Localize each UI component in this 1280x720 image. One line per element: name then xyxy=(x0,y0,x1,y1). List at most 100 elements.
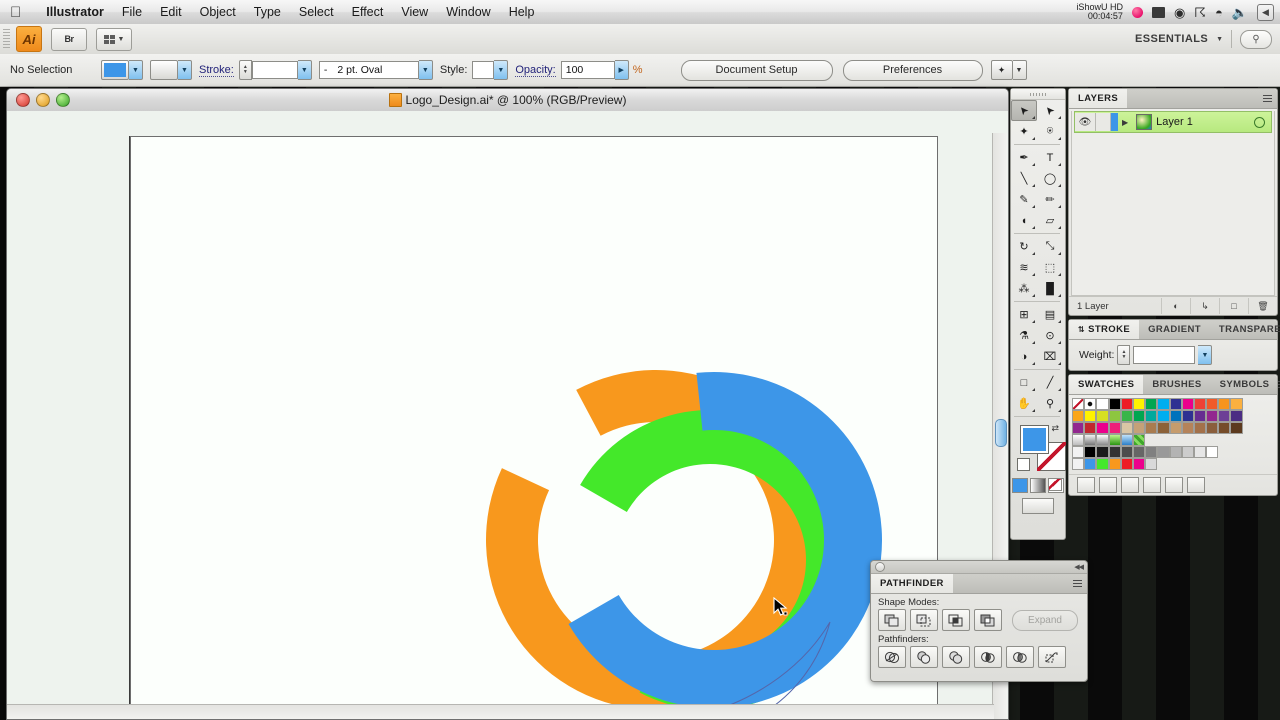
swatch-color[interactable] xyxy=(1230,422,1243,434)
swatch-color[interactable] xyxy=(1169,410,1182,422)
show-swatch-kinds-icon[interactable] xyxy=(1099,477,1117,493)
pencil-tool[interactable]: ✏ xyxy=(1037,189,1063,210)
swatch-color[interactable] xyxy=(1096,398,1109,410)
swatch-color[interactable] xyxy=(1193,446,1207,458)
blend-tool[interactable]: ⊙ xyxy=(1037,325,1063,346)
delete-selection-icon[interactable]: 🗑 xyxy=(1248,298,1277,314)
fill-color-control[interactable]: ▼ xyxy=(101,60,143,80)
swap-fill-stroke-icon[interactable]: ⇄ xyxy=(1051,423,1059,434)
selection-tool[interactable]: ➤ xyxy=(1011,100,1037,121)
layers-panel-menu-icon[interactable] xyxy=(1263,89,1277,108)
gradient-tool[interactable]: ▤ xyxy=(1037,304,1063,325)
lock-column[interactable] xyxy=(1096,113,1111,131)
swatch-color[interactable] xyxy=(1193,422,1207,434)
menu-item-select[interactable]: Select xyxy=(290,0,343,24)
arrange-documents-button[interactable]: ▼ xyxy=(96,27,132,51)
menu-item-illustrator[interactable]: Illustrator xyxy=(37,0,113,24)
trim-icon[interactable] xyxy=(910,646,938,668)
weight-dropdown-arrow[interactable]: ▼ xyxy=(1198,345,1213,365)
menu-item-window[interactable]: Window xyxy=(437,0,499,24)
weight-stepper[interactable]: ▲ ▼ xyxy=(1117,345,1131,365)
swatch-options-icon[interactable] xyxy=(1121,477,1139,493)
swatch-color[interactable] xyxy=(1218,422,1231,434)
default-fill-stroke-icon[interactable] xyxy=(1017,458,1030,471)
swatch-color[interactable] xyxy=(1072,446,1085,458)
swatch-color[interactable] xyxy=(1084,410,1097,422)
swatch-pattern-leaf[interactable] xyxy=(1132,434,1146,446)
expand-button[interactable]: Expand xyxy=(1012,609,1078,631)
unite-icon[interactable] xyxy=(878,609,906,631)
swatch-color[interactable] xyxy=(1096,410,1109,422)
column-graph-tool[interactable]: █ xyxy=(1037,278,1063,299)
free-transform-tool[interactable]: ⬚ xyxy=(1037,257,1063,278)
logo-artwork[interactable] xyxy=(462,326,882,720)
search-icon[interactable]: ⚲ xyxy=(1240,29,1272,49)
opacity-label[interactable]: Opacity: xyxy=(515,64,556,77)
swatch-color[interactable] xyxy=(1181,446,1194,458)
menu-item-help[interactable]: Help xyxy=(500,0,544,24)
canvas-area[interactable] xyxy=(7,111,1008,719)
tab-brushes[interactable]: BRUSHES xyxy=(1143,375,1210,394)
swatch-color[interactable] xyxy=(1206,422,1219,434)
paintbrush-tool[interactable]: ✎ xyxy=(1011,189,1037,210)
width-warp-tool[interactable]: ≋ xyxy=(1011,257,1037,278)
screen-icon[interactable] xyxy=(1151,6,1165,18)
layers-list[interactable]: 👁 ▶ Layer 1 xyxy=(1071,111,1275,296)
intersect-icon[interactable] xyxy=(942,609,970,631)
stroke-dropdown-arrow[interactable]: ▼ xyxy=(178,60,192,80)
color-fill-mode-icon[interactable] xyxy=(1012,478,1028,493)
tab-symbols[interactable]: SYMBOLS xyxy=(1211,375,1279,394)
swatch-color[interactable] xyxy=(1230,398,1243,410)
hand-tool[interactable]: ✋ xyxy=(1011,393,1037,414)
swatch-color[interactable] xyxy=(1132,458,1146,470)
swatch-color[interactable] xyxy=(1120,446,1133,458)
brush-definition-control[interactable]: - 2 pt. Oval ▼ xyxy=(318,60,433,80)
swatch-color[interactable] xyxy=(1132,410,1146,422)
menu-item-edit[interactable]: Edit xyxy=(151,0,191,24)
tab-transparency[interactable]: TRANSPARE xyxy=(1210,320,1280,339)
appbar-drag-grip[interactable] xyxy=(3,29,10,49)
outline-icon[interactable] xyxy=(1006,646,1034,668)
fill-dropdown-arrow[interactable]: ▼ xyxy=(129,60,143,80)
stroke-weight-field[interactable] xyxy=(251,61,298,79)
illustrator-app-icon[interactable]: Ai xyxy=(16,26,42,52)
swatch-color[interactable] xyxy=(1132,446,1146,458)
swatch-color[interactable] xyxy=(1108,410,1121,422)
tab-gradient[interactable]: GRADIENT xyxy=(1139,320,1210,339)
swatch-color[interactable] xyxy=(1120,398,1133,410)
swatch-color[interactable] xyxy=(1072,422,1085,434)
exclude-icon[interactable] xyxy=(974,609,1002,631)
pathfinder-collapse-icon[interactable]: ◀◀ xyxy=(1074,563,1084,571)
swatch-color[interactable] xyxy=(1132,422,1146,434)
scale-tool[interactable]: ⤡ xyxy=(1037,236,1063,257)
swatch-libraries-icon[interactable] xyxy=(1077,477,1095,493)
swatch-gradient-blue[interactable] xyxy=(1120,434,1133,446)
gradient-fill-mode-icon[interactable] xyxy=(1030,478,1046,493)
brush-dropdown-arrow[interactable]: ▼ xyxy=(418,60,433,80)
screen-mode-icon[interactable] xyxy=(1022,498,1054,514)
pathfinder-panel-menu-icon[interactable] xyxy=(1073,574,1087,593)
live-paint-bucket-tool[interactable]: ◑ xyxy=(1011,346,1037,367)
lasso-tool[interactable]: ⍟ xyxy=(1037,121,1063,142)
swatch-color[interactable] xyxy=(1157,422,1170,434)
swatch-color[interactable] xyxy=(1230,410,1243,422)
minus-front-icon[interactable] xyxy=(910,609,938,631)
rotate-tool[interactable]: ↻ xyxy=(1011,236,1037,257)
swatch-color[interactable] xyxy=(1084,446,1097,458)
swatch-color[interactable] xyxy=(1193,398,1207,410)
stroke-color-control[interactable]: ▼ xyxy=(150,60,192,80)
fill-indicator-swatch[interactable] xyxy=(1020,425,1049,454)
swatch-color[interactable] xyxy=(1145,446,1158,458)
swatch-color[interactable] xyxy=(1084,458,1097,470)
swatch-color[interactable] xyxy=(1096,458,1109,470)
create-new-layer-icon[interactable]: □ xyxy=(1219,298,1248,314)
pen-tool[interactable]: ✒ xyxy=(1011,147,1037,168)
swatch-color[interactable] xyxy=(1157,446,1170,458)
horizontal-scrollbar[interactable] xyxy=(7,704,994,719)
menu-item-effect[interactable]: Effect xyxy=(343,0,393,24)
tab-swatches[interactable]: SWATCHES xyxy=(1069,375,1144,394)
swatch-color[interactable] xyxy=(1218,410,1231,422)
swatch-color[interactable] xyxy=(1145,458,1158,470)
swatch-color[interactable] xyxy=(1096,422,1109,434)
swatch-color[interactable] xyxy=(1181,398,1194,410)
